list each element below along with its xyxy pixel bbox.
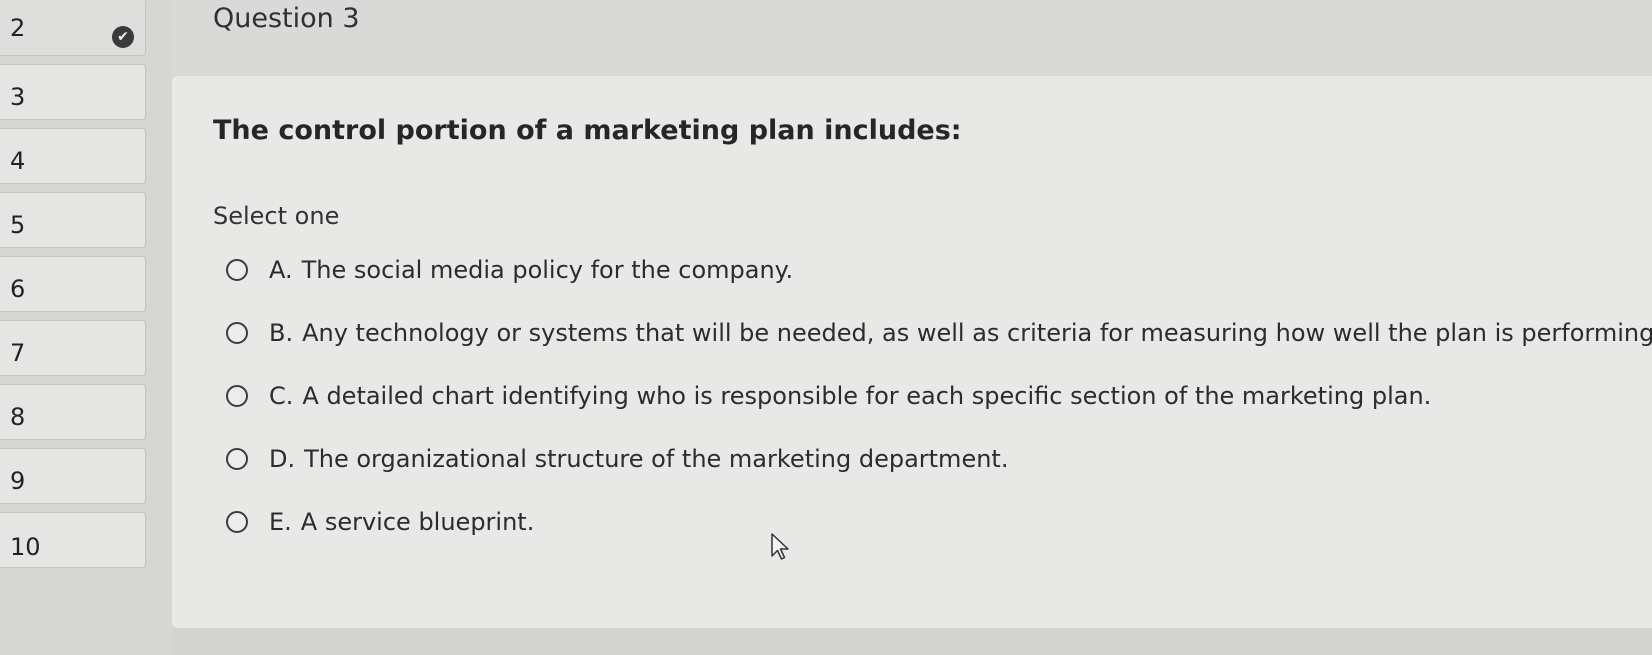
radio-button[interactable] xyxy=(226,259,248,281)
option-letter: B. xyxy=(269,319,294,347)
option-text: The organizational structure of the mark… xyxy=(304,445,1009,473)
question-header xyxy=(172,0,1652,76)
nav-item-number: 9 xyxy=(10,467,26,495)
question-title: Question 3 xyxy=(213,3,360,34)
option-letter: A. xyxy=(269,256,293,284)
nav-item-number: 3 xyxy=(10,83,26,111)
nav-item-number: 6 xyxy=(10,275,26,303)
nav-item-number: 7 xyxy=(10,339,26,367)
nav-item-number: 2 xyxy=(10,14,26,42)
nav-item-number: 8 xyxy=(10,403,26,431)
nav-item-question-6[interactable]: 6 xyxy=(0,256,146,312)
nav-item-question-5[interactable]: 5 xyxy=(0,192,146,248)
radio-button[interactable] xyxy=(226,385,248,407)
nav-item-number: 4 xyxy=(10,147,26,175)
answer-option-d[interactable]: D. The organizational structure of the m… xyxy=(226,439,1008,479)
radio-button[interactable] xyxy=(226,448,248,470)
question-text: The control portion of a marketing plan … xyxy=(213,115,962,146)
nav-item-question-10[interactable]: 10 xyxy=(0,512,146,568)
answer-option-e[interactable]: E. A service blueprint. xyxy=(226,502,534,542)
select-instruction: Select one xyxy=(213,202,340,230)
radio-button[interactable] xyxy=(226,322,248,344)
nav-item-question-4[interactable]: 4 xyxy=(0,128,146,184)
answer-option-c[interactable]: C. A detailed chart identifying who is r… xyxy=(226,376,1431,416)
check-circle-icon: ✔ xyxy=(112,26,134,48)
option-letter: E. xyxy=(269,508,292,536)
option-text: Any technology or systems that will be n… xyxy=(302,319,1652,347)
nav-item-question-3[interactable]: 3 xyxy=(0,64,146,120)
option-text: A detailed chart identifying who is resp… xyxy=(302,382,1432,410)
nav-item-question-8[interactable]: 8 xyxy=(0,384,146,440)
option-letter: D. xyxy=(269,445,296,473)
question-navigator: 2 ✔ 3 4 5 6 7 8 9 10 xyxy=(0,0,172,655)
answer-option-b[interactable]: B. Any technology or systems that will b… xyxy=(226,313,1652,353)
nav-item-question-9[interactable]: 9 xyxy=(0,448,146,504)
nav-item-number: 10 xyxy=(10,533,41,561)
nav-item-question-2[interactable]: 2 ✔ xyxy=(0,0,146,56)
mouse-cursor-icon xyxy=(771,533,789,560)
answer-option-a[interactable]: A. The social media policy for the compa… xyxy=(226,250,793,290)
radio-button[interactable] xyxy=(226,511,248,533)
nav-item-question-7[interactable]: 7 xyxy=(0,320,146,376)
option-letter: C. xyxy=(269,382,294,410)
page-footer xyxy=(172,628,1652,655)
option-text: The social media policy for the company. xyxy=(301,256,794,284)
option-text: A service blueprint. xyxy=(300,508,535,536)
nav-item-number: 5 xyxy=(10,211,26,239)
